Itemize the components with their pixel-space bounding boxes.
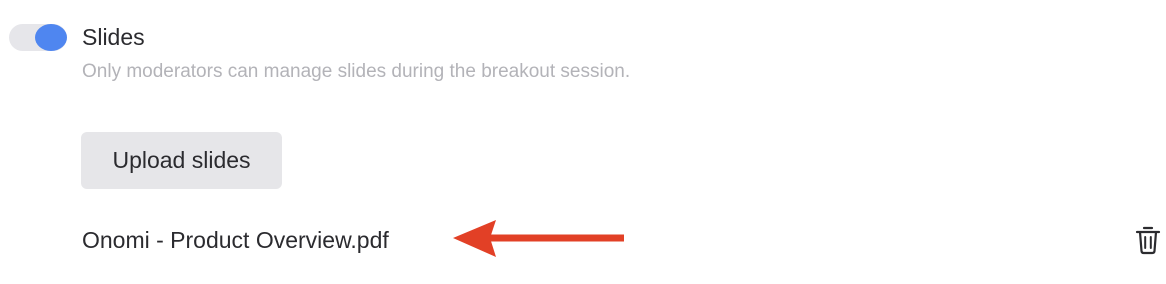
annotation-arrow-icon: [453, 220, 624, 257]
trash-icon[interactable]: [1134, 225, 1162, 255]
uploaded-file-name: Onomi - Product Overview.pdf: [82, 227, 389, 253]
toggle-knob[interactable]: [35, 24, 67, 51]
upload-slides-button[interactable]: Upload slides: [81, 132, 282, 189]
slides-setting-label: Slides: [82, 24, 145, 50]
slides-setting-description: Only moderators can manage slides during…: [82, 61, 631, 82]
